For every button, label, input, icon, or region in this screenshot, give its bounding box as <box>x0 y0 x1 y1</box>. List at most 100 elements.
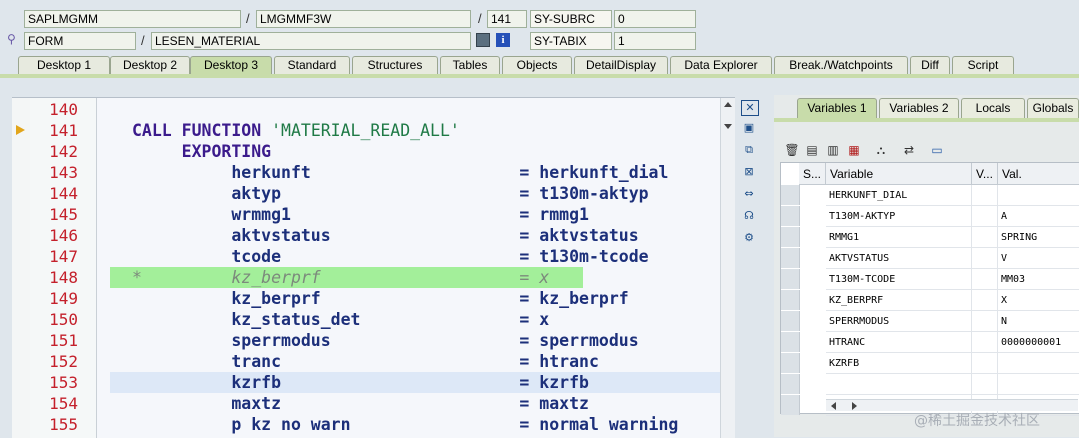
row-selector[interactable] <box>781 332 800 352</box>
variable-name-cell[interactable]: SPERRMODUS <box>826 311 972 332</box>
row-selector[interactable] <box>781 290 800 310</box>
tab-locals[interactable]: Locals <box>961 98 1025 118</box>
info-icon[interactable]: i <box>496 33 510 47</box>
variable-value-cell[interactable]: V <box>998 248 1079 269</box>
code-line[interactable]: 145 wrmmg1 = rmmg1 <box>12 204 735 225</box>
column-variable[interactable]: Variable <box>826 163 972 185</box>
scroll-left-icon[interactable] <box>831 402 836 410</box>
delete-icon[interactable]: 🗑 <box>784 143 800 158</box>
variable-value-cell[interactable]: N <box>998 311 1079 332</box>
variable-name-cell[interactable]: KZRFB <box>826 353 972 374</box>
program-field[interactable]: SAPLMGMM <box>24 10 241 28</box>
new-tool-icon[interactable]: ▣ <box>741 121 757 135</box>
vtype-cell <box>972 185 998 206</box>
folder-icon[interactable]: ▭ <box>929 143 945 158</box>
export-icon[interactable]: ▥ <box>825 143 841 158</box>
variable-name-cell[interactable] <box>826 374 972 395</box>
sysubrc-value: 0 <box>614 10 696 28</box>
code-line[interactable]: 155 p kz no warn = normal warning <box>12 414 735 435</box>
variable-value-cell[interactable]: 0000000001 <box>998 332 1079 353</box>
hierarchy-icon[interactable]: ⛬ <box>873 143 889 158</box>
tab-variables-1[interactable]: Variables 1 <box>797 98 877 118</box>
code-line[interactable]: 149 kz_berprf = kz_berprf <box>12 288 735 309</box>
line-field[interactable]: 141 <box>487 10 527 28</box>
swap-icon[interactable]: ⧉ <box>741 143 757 157</box>
variable-name-cell[interactable]: AKTVSTATUS <box>826 248 972 269</box>
variables-grid[interactable]: S... Variable V... Val. HERKUNFT_DIAL T13… <box>780 162 1079 416</box>
navigate-icon[interactable]: ⇄ <box>901 143 917 158</box>
tab-tables[interactable]: Tables <box>440 56 500 74</box>
variable-value-cell[interactable]: X <box>998 290 1079 311</box>
variable-name-cell[interactable]: KZ_BERPRF <box>826 290 972 311</box>
row-selector[interactable] <box>781 353 800 373</box>
tab-script[interactable]: Script <box>952 56 1014 74</box>
tab-diff[interactable]: Diff <box>910 56 950 74</box>
code-line[interactable]: 142 EXPORTING <box>12 141 735 162</box>
variable-name-cell[interactable]: HERKUNFT_DIAL <box>826 185 972 206</box>
source-code-editor[interactable]: 140 141 CALL FUNCTION 'MATERIAL_READ_ALL' 1… <box>12 97 735 438</box>
tab-desktop-1[interactable]: Desktop 1 <box>18 56 110 74</box>
code-line[interactable]: 150 kz_status_det = x <box>12 309 735 330</box>
save-variables-icon[interactable]: ▦ <box>846 143 862 158</box>
column-value[interactable]: Val. <box>998 163 1079 185</box>
tab-breakpoints[interactable]: Break./Watchpoints <box>774 56 908 74</box>
line-number: 145 <box>49 205 78 224</box>
variable-value-cell[interactable]: SPRING <box>998 227 1079 248</box>
row-selector[interactable] <box>781 395 800 415</box>
tab-standard[interactable]: Standard <box>274 56 350 74</box>
tab-variables-2[interactable]: Variables 2 <box>879 98 959 118</box>
vtype-cell <box>972 311 998 332</box>
event-name-field[interactable]: LESEN_MATERIAL <box>151 32 471 50</box>
row-selector[interactable] <box>781 248 800 268</box>
tab-objects[interactable]: Objects <box>502 56 572 74</box>
code-line[interactable]: 141 CALL FUNCTION 'MATERIAL_READ_ALL' <box>12 120 735 141</box>
variable-name-cell[interactable]: HTRANC <box>826 332 972 353</box>
variable-name-cell[interactable]: T130M-TCODE <box>826 269 972 290</box>
scroll-right-icon[interactable] <box>852 402 857 410</box>
tab-desktop-2[interactable]: Desktop 2 <box>110 56 190 74</box>
variable-value-cell[interactable]: A <box>998 206 1079 227</box>
tab-structures[interactable]: Structures <box>352 56 438 74</box>
services-icon[interactable]: ☊ <box>741 209 757 223</box>
row-selector[interactable] <box>781 185 800 205</box>
variable-value-cell[interactable] <box>998 185 1079 206</box>
tab-data-explorer[interactable]: Data Explorer <box>670 56 772 74</box>
row-selector[interactable] <box>781 374 800 394</box>
tab-globals[interactable]: Globals <box>1027 98 1079 118</box>
display-icon[interactable] <box>476 33 490 47</box>
settings-icon[interactable]: ⚙ <box>741 231 757 245</box>
variable-name-cell[interactable]: T130M-AKTYP <box>826 206 972 227</box>
row-selector[interactable] <box>781 206 800 226</box>
code-line[interactable]: 143 herkunft = herkunft_dial <box>12 162 735 183</box>
code-line[interactable]: 151 sperrmodus = sperrmodus <box>12 330 735 351</box>
column-vtype[interactable]: V... <box>972 163 998 185</box>
code-line[interactable]: 146 aktvstatus = aktvstatus <box>12 225 735 246</box>
resize-icon[interactable]: ⇔ <box>741 187 757 201</box>
variable-value-cell[interactable]: MM03 <box>998 269 1079 290</box>
include-field[interactable]: LMGMMF3W <box>256 10 471 28</box>
event-type-field[interactable]: FORM <box>24 32 136 50</box>
scroll-down-icon[interactable] <box>724 124 732 129</box>
import-icon[interactable]: ▤ <box>804 143 820 158</box>
variable-name-cell[interactable]: RMMG1 <box>826 227 972 248</box>
row-selector[interactable] <box>781 227 800 247</box>
editor-scrollbar[interactable] <box>720 98 735 438</box>
code-line[interactable]: 147 tcode = t130m-tcode <box>12 246 735 267</box>
scroll-up-icon[interactable] <box>724 102 732 107</box>
variable-value-cell[interactable] <box>998 374 1079 395</box>
column-status[interactable]: S... <box>799 163 826 185</box>
code-line[interactable]: 152 tranc = htranc <box>12 351 735 372</box>
close-icon[interactable]: ✕ <box>741 100 759 116</box>
code-line[interactable]: 148 * kz_berprf = x <box>12 267 735 288</box>
code-line[interactable]: 144 aktyp = t130m-aktyp <box>12 183 735 204</box>
code-line[interactable]: 140 <box>12 99 735 120</box>
row-selector[interactable] <box>781 311 800 331</box>
variable-value-cell[interactable] <box>998 353 1079 374</box>
line-number: 152 <box>49 352 78 371</box>
tab-desktop-3[interactable]: Desktop 3 <box>190 56 272 74</box>
code-line[interactable]: 154 maxtz = maxtz <box>12 393 735 414</box>
code-line[interactable]: 153 kzrfb = kzrfb <box>12 372 735 393</box>
maximize-icon[interactable]: ⊠ <box>741 165 757 179</box>
tab-detaildisplay[interactable]: DetailDisplay <box>574 56 668 74</box>
row-selector[interactable] <box>781 269 800 289</box>
